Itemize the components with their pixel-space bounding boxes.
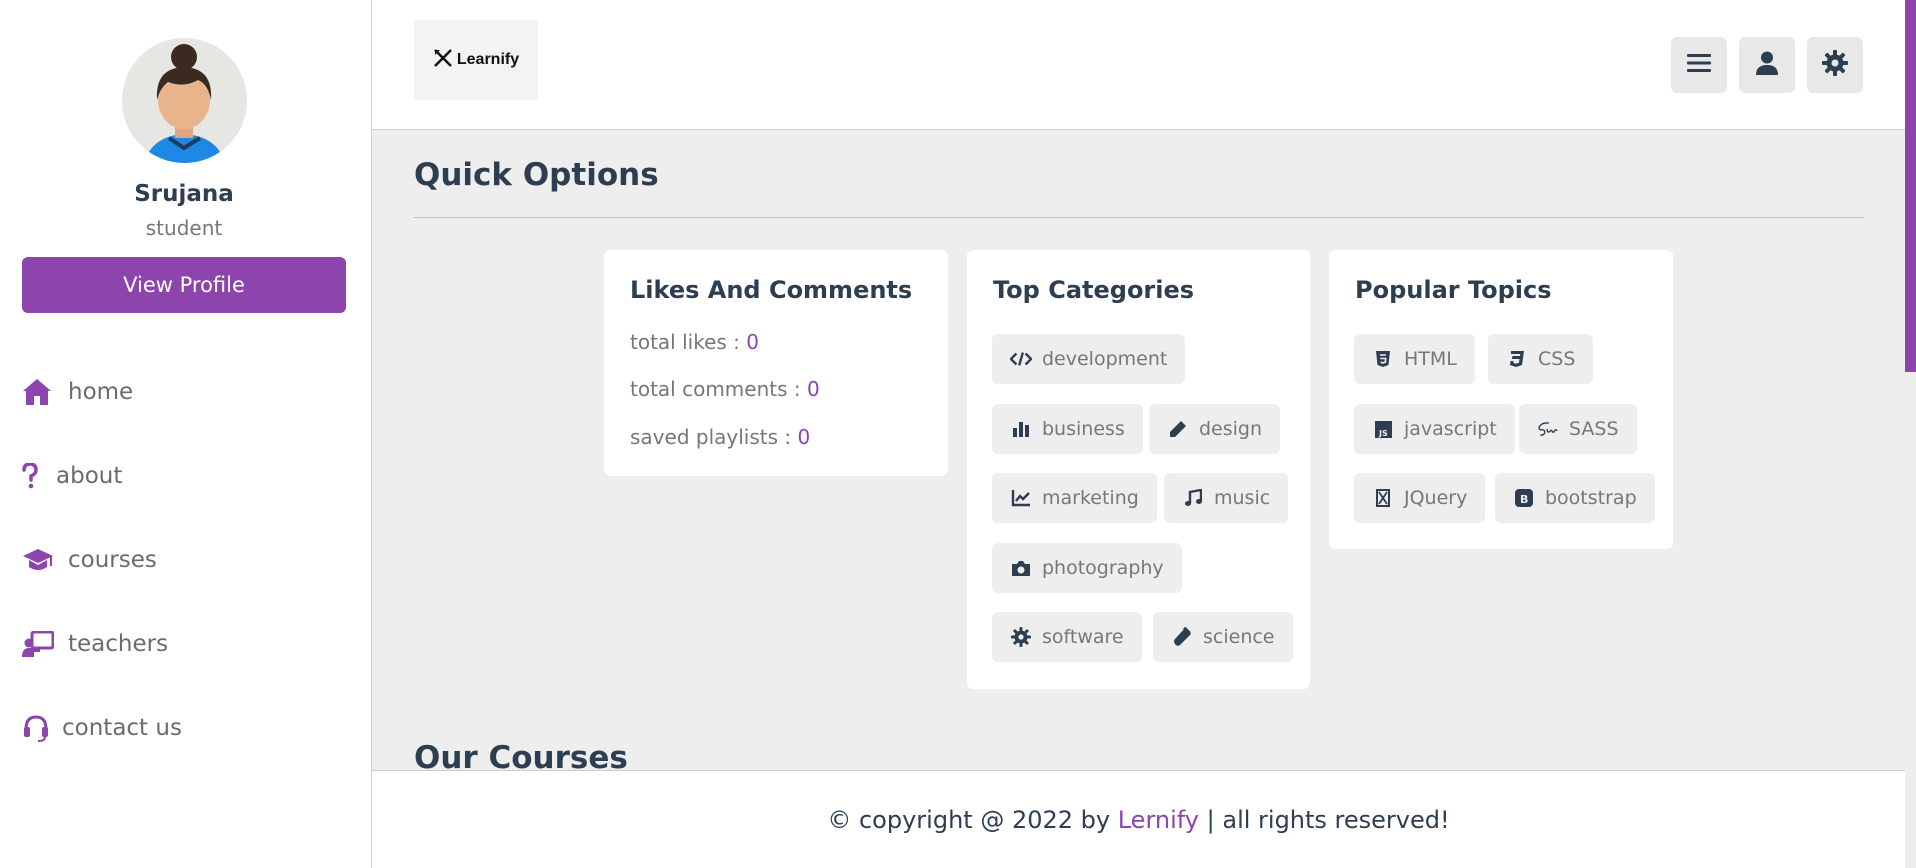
- settings-button[interactable]: [1807, 37, 1863, 93]
- tag-label: software: [1042, 626, 1124, 648]
- category-development[interactable]: development: [992, 334, 1186, 384]
- student-name: Srujana: [134, 181, 234, 207]
- user-icon: [1756, 51, 1778, 79]
- stat-saved-playlists: saved playlists : 0: [630, 425, 810, 449]
- footer-prefix: © copyright @ 2022 by: [827, 805, 1118, 834]
- card-title: Likes And Comments: [630, 276, 913, 304]
- tag-label: business: [1042, 418, 1125, 440]
- quick-options-title: Quick Options: [414, 157, 659, 193]
- bootstrap-icon: B: [1513, 487, 1535, 509]
- tag-label: CSS: [1538, 348, 1576, 370]
- topic-bootstrap[interactable]: B bootstrap: [1495, 473, 1655, 523]
- topic-jquery[interactable]: JQuery: [1354, 473, 1486, 523]
- menu-icon: [1687, 53, 1711, 77]
- category-business[interactable]: business: [992, 404, 1143, 454]
- sidebar-item-label: contact us: [62, 715, 182, 741]
- logo-mark-icon: [433, 48, 453, 72]
- sidebar-item-teachers[interactable]: teachers: [22, 624, 168, 664]
- avatar: [122, 38, 247, 163]
- js-icon: JS: [1372, 418, 1394, 440]
- sidebar-item-about[interactable]: about: [22, 456, 122, 496]
- menu-button[interactable]: [1671, 37, 1727, 93]
- topic-css[interactable]: CSS: [1488, 334, 1594, 384]
- avatar-illustration: [122, 38, 247, 163]
- category-design[interactable]: design: [1149, 404, 1281, 454]
- sidebar-item-label: teachers: [68, 631, 169, 657]
- gear-icon: [1822, 50, 1848, 80]
- tag-label: marketing: [1042, 487, 1139, 509]
- tag-label: bootstrap: [1545, 487, 1637, 509]
- footer-brand-link[interactable]: Lernify: [1118, 806, 1199, 834]
- sidebar-item-home[interactable]: home: [22, 372, 133, 412]
- tag-label: photography: [1042, 557, 1164, 579]
- card-title: Top Categories: [993, 276, 1195, 304]
- stat-label: total likes :: [630, 330, 747, 354]
- graduation-cap-icon: [22, 543, 56, 577]
- popular-topics-card: Popular Topics HTML CSS JS javascript SA…: [1329, 250, 1673, 549]
- logo-text: Learnify: [456, 51, 520, 68]
- home-icon: [22, 375, 56, 409]
- stat-value: 0: [806, 377, 820, 401]
- music-icon: [1182, 487, 1204, 509]
- question-icon: [22, 459, 44, 493]
- category-photography[interactable]: photography: [992, 543, 1182, 593]
- sidebar-item-contact[interactable]: contact us: [22, 708, 182, 748]
- topic-javascript[interactable]: JS javascript: [1354, 404, 1515, 454]
- tag-label: SASS: [1569, 418, 1619, 440]
- headset-icon: [22, 711, 50, 745]
- sidebar-item-label: about: [56, 463, 123, 489]
- category-music[interactable]: music: [1164, 473, 1289, 523]
- camera-icon: [1010, 557, 1032, 579]
- category-software[interactable]: software: [992, 612, 1142, 662]
- jquery-icon: [1372, 487, 1394, 509]
- code-icon: [1010, 348, 1032, 370]
- css3-icon: [1506, 348, 1528, 370]
- svg-text:JS: JS: [1378, 429, 1388, 438]
- stat-total-comments: total comments : 0: [630, 377, 820, 401]
- chalkboard-teacher-icon: [22, 627, 56, 661]
- sidebar-item-label: home: [68, 379, 134, 405]
- scrollbar-thumb[interactable]: [1905, 0, 1916, 372]
- topic-html[interactable]: HTML: [1354, 334, 1475, 384]
- tag-label: science: [1203, 626, 1275, 648]
- student-role: student: [145, 216, 223, 240]
- stat-label: total comments :: [630, 377, 807, 401]
- tag-label: HTML: [1404, 348, 1457, 370]
- tag-label: design: [1199, 418, 1263, 440]
- card-title: Popular Topics: [1355, 276, 1552, 304]
- divider: [414, 217, 1864, 218]
- cog-icon: [1010, 626, 1032, 648]
- tag-label: development: [1042, 348, 1168, 370]
- tag-label: JQuery: [1404, 487, 1468, 509]
- stat-value: 0: [746, 330, 759, 354]
- footer: © copyright @ 2022 by Lernify | all righ…: [372, 770, 1905, 868]
- stat-value: 0: [797, 425, 811, 449]
- logo[interactable]: Learnify: [414, 20, 538, 100]
- svg-text:B: B: [1520, 493, 1528, 506]
- top-categories-card: Top Categories development business desi…: [967, 250, 1310, 689]
- category-science[interactable]: science: [1153, 612, 1293, 662]
- topic-sass[interactable]: SASS: [1519, 404, 1637, 454]
- footer-suffix: | all rights reserved!: [1199, 805, 1450, 834]
- chart-line-icon: [1010, 487, 1032, 509]
- category-marketing[interactable]: marketing: [992, 473, 1157, 523]
- header: Learnify: [372, 0, 1905, 130]
- tag-label: music: [1214, 487, 1271, 509]
- pen-icon: [1167, 418, 1189, 440]
- view-profile-button[interactable]: View Profile: [22, 257, 346, 313]
- stat-label: saved playlists :: [630, 425, 798, 449]
- html5-icon: [1372, 348, 1394, 370]
- sidebar: Srujana student View Profile home about …: [0, 0, 372, 868]
- chart-bar-icon: [1010, 418, 1032, 440]
- sidebar-item-courses[interactable]: courses: [22, 540, 157, 580]
- tag-label: javascript: [1404, 418, 1497, 440]
- sass-icon: [1537, 418, 1559, 440]
- likes-comments-card: Likes And Comments total likes : 0 total…: [604, 250, 948, 476]
- stat-total-likes: total likes : 0: [630, 330, 759, 354]
- user-button[interactable]: [1739, 37, 1795, 93]
- sidebar-item-label: courses: [68, 547, 157, 573]
- vial-icon: [1171, 626, 1193, 648]
